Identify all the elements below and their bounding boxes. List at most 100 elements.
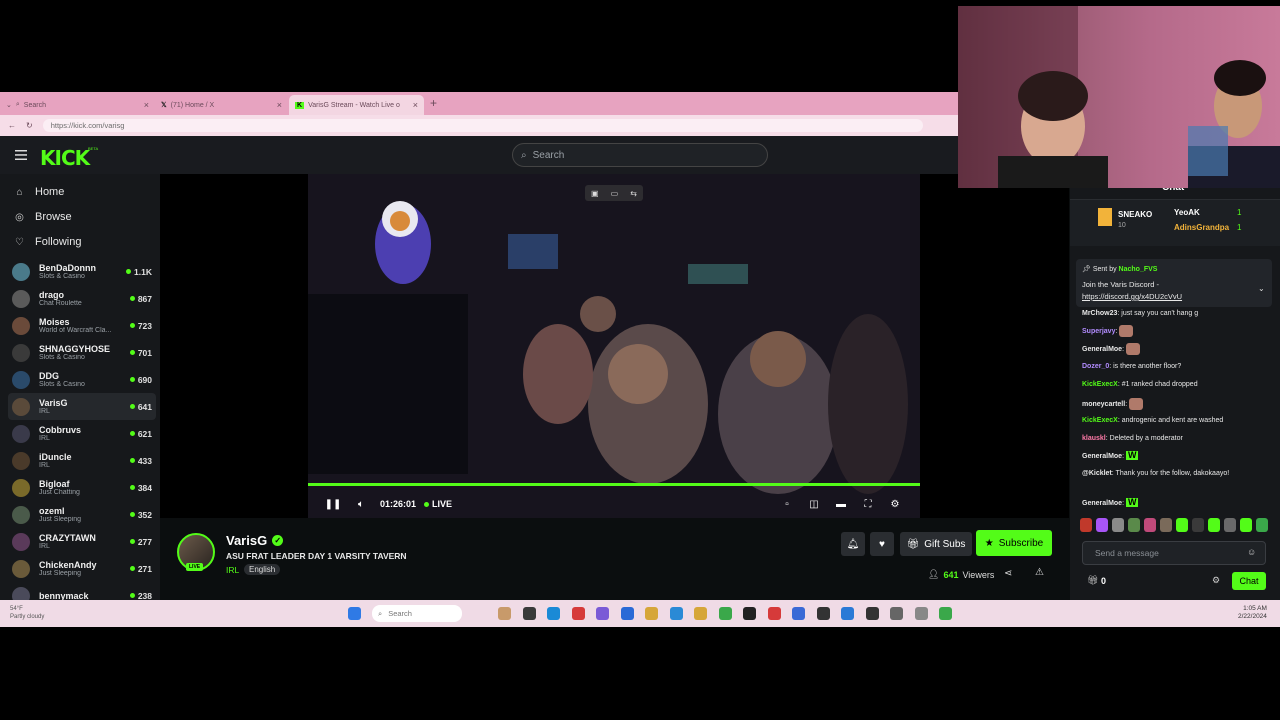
tab-kick-stream[interactable]: K VarisG Stream - Watch Live o × — [289, 95, 424, 115]
back-icon[interactable]: ← — [8, 121, 16, 130]
pause-icon[interactable]: ❚❚ — [324, 495, 342, 513]
chat-input[interactable]: Send a message ☺ — [1082, 541, 1266, 565]
sidebar-item-following[interactable]: ♡ Following — [14, 236, 81, 248]
sidebar-channel[interactable]: Moises World of Warcraft Cla... 723 — [8, 312, 156, 339]
sidebar-channel[interactable]: drago Chat Roulette 867 — [8, 285, 156, 312]
emoji-icon[interactable]: ☺ — [1247, 547, 1256, 557]
theater-icon[interactable]: ▭ — [611, 189, 619, 198]
stream-category[interactable]: IRL — [226, 565, 239, 575]
sidebar-channel[interactable]: Bigloaf Just Chatting 384 — [8, 474, 156, 501]
taskbar-app-icon[interactable] — [767, 607, 781, 620]
chat-username[interactable]: GeneralMoe — [1082, 453, 1122, 460]
chat-username[interactable]: GeneralMoe — [1082, 500, 1122, 507]
taskbar-app-icon[interactable] — [571, 607, 585, 620]
sidebar-channel[interactable]: SHNAGGYHOSE Slots & Casino 701 — [8, 339, 156, 366]
taskbar-app-icon[interactable] — [596, 607, 609, 620]
follow-button[interactable]: ♥ — [870, 532, 894, 556]
share-icon[interactable]: ⋖ — [1004, 568, 1012, 579]
emote-icon[interactable] — [1160, 518, 1172, 532]
menu-icon[interactable] — [15, 150, 27, 160]
volume-icon[interactable]: 🔈︎ — [352, 495, 370, 513]
taskbar-app-icon[interactable] — [694, 607, 707, 620]
sidebar-channel[interactable]: VarisG IRL 641 — [8, 393, 156, 420]
chat-username[interactable]: @Kicklet — [1082, 470, 1112, 477]
chevron-down-icon[interactable]: ⌄ — [6, 101, 12, 109]
chat-username[interactable]: moneycartell — [1082, 401, 1125, 408]
sidebar-channel[interactable]: DDG Slots & Casino 690 — [8, 366, 156, 393]
url-field[interactable]: https://kick.com/varisg — [42, 119, 923, 132]
discord-link[interactable]: https://discord.gg/x4DU2cVvU — [1082, 292, 1182, 301]
subscribe-button[interactable]: ★ Subscribe — [976, 530, 1052, 556]
taskbar-app-icon[interactable] — [718, 607, 732, 620]
close-icon[interactable]: × — [413, 100, 418, 110]
emote-icon[interactable] — [1224, 518, 1236, 532]
language-tag[interactable]: English — [244, 564, 281, 575]
clip-icon[interactable]: ▣ — [591, 189, 599, 198]
chevron-down-icon[interactable]: ⌄ — [1258, 284, 1265, 293]
close-icon[interactable]: × — [277, 100, 282, 110]
chat-username[interactable]: Superjavy — [1082, 328, 1115, 335]
mini-player-icon[interactable]: ▫ — [778, 495, 796, 513]
share-icon[interactable]: ⇆ — [630, 189, 637, 198]
new-tab-button[interactable]: + — [430, 96, 437, 110]
reload-icon[interactable]: ↻ — [26, 121, 33, 130]
chat-username[interactable]: GeneralMoe — [1082, 346, 1122, 353]
taskbar-app-icon[interactable] — [620, 607, 634, 620]
emote-icon[interactable] — [1112, 518, 1124, 532]
chat-username[interactable]: MrChow23 — [1082, 310, 1117, 317]
taskbar-app-icon[interactable] — [816, 607, 830, 620]
chat-username[interactable]: klauskl — [1082, 435, 1106, 442]
taskbar-app-icon[interactable] — [669, 607, 683, 620]
close-icon[interactable]: × — [144, 100, 149, 110]
emote-icon[interactable] — [1176, 518, 1188, 532]
sidebar-channel[interactable]: CRAZYTAWN IRL 277 — [8, 528, 156, 555]
sidebar-channel[interactable]: Cobbruvs IRL 621 — [8, 420, 156, 447]
taskbar-app-icon[interactable] — [841, 607, 854, 620]
notification-button[interactable]: 🔔︎ — [841, 532, 865, 556]
taskbar-app-icon[interactable] — [890, 607, 903, 620]
sidebar-channel[interactable]: iDuncle IRL 433 — [8, 447, 156, 474]
emote-icon[interactable] — [1144, 518, 1156, 532]
taskbar-app-icon[interactable] — [865, 607, 879, 620]
emote-icon[interactable] — [1128, 518, 1140, 532]
system-clock[interactable]: 1:05 AM 2/22/2024 — [1238, 605, 1267, 621]
emote-icon[interactable] — [1208, 518, 1220, 532]
streamer-name[interactable]: VarisG ✓ — [226, 533, 284, 548]
emote-icon[interactable] — [1192, 518, 1204, 532]
search-input[interactable]: ⌕ Search — [512, 143, 768, 167]
settings-icon[interactable]: ⚙ — [1212, 575, 1220, 586]
gift-subs-button[interactable]: 🎁︎ Gift Subs — [900, 532, 972, 556]
send-chat-button[interactable]: Chat — [1232, 572, 1266, 590]
taskbar-app-icon[interactable] — [914, 607, 928, 620]
points-icon[interactable]: 🎁︎ — [1087, 575, 1098, 586]
report-icon[interactable]: ⚠ — [1035, 567, 1044, 578]
taskbar-app-icon[interactable] — [498, 607, 511, 620]
emote-icon[interactable] — [1256, 518, 1268, 532]
taskbar-app-icon[interactable] — [645, 607, 658, 620]
windows-start-icon[interactable] — [348, 607, 361, 620]
weather-widget[interactable]: 54°F Partly cloudy — [10, 605, 44, 621]
sidebar-item-browse[interactable]: ◎ Browse — [14, 211, 72, 223]
fullscreen-icon[interactable]: ⛶ — [859, 495, 877, 513]
emote-icon[interactable] — [1240, 518, 1252, 532]
taskbar-app-icon[interactable] — [743, 607, 756, 620]
taskbar-search[interactable]: ⌕ Search — [372, 605, 462, 622]
chat-username[interactable]: Dozer_0 — [1082, 363, 1109, 370]
taskbar-app-icon[interactable] — [939, 607, 952, 620]
chat-username[interactable]: KickExecX — [1082, 381, 1118, 388]
sidebar-channel[interactable]: ozeml Just Sleeping 352 — [8, 501, 156, 528]
kick-logo[interactable]: KICK — [40, 146, 90, 170]
settings-icon[interactable]: ⚙ — [886, 495, 904, 513]
theater-mode-icon[interactable]: ▬ — [832, 495, 850, 513]
emote-icon[interactable] — [1080, 518, 1092, 532]
taskbar-app-icon[interactable] — [547, 607, 560, 620]
chat-username[interactable]: KickExecX — [1082, 417, 1118, 424]
sidebar-channel[interactable]: ChickenAndy Just Sleeping 271 — [8, 555, 156, 582]
tab-x-home[interactable]: 𝕏 (71) Home / X × — [155, 95, 288, 115]
video-frame[interactable] — [308, 174, 920, 518]
clip-icon[interactable]: ◫ — [805, 495, 823, 513]
pinned-message[interactable]: 📌︎ Sent by Nacho_FVS Join the Varis Disc… — [1076, 259, 1272, 307]
taskbar-app-icon[interactable] — [522, 607, 536, 620]
sidebar-item-home[interactable]: ⌂ Home — [14, 186, 64, 198]
emote-icon[interactable] — [1096, 518, 1108, 532]
